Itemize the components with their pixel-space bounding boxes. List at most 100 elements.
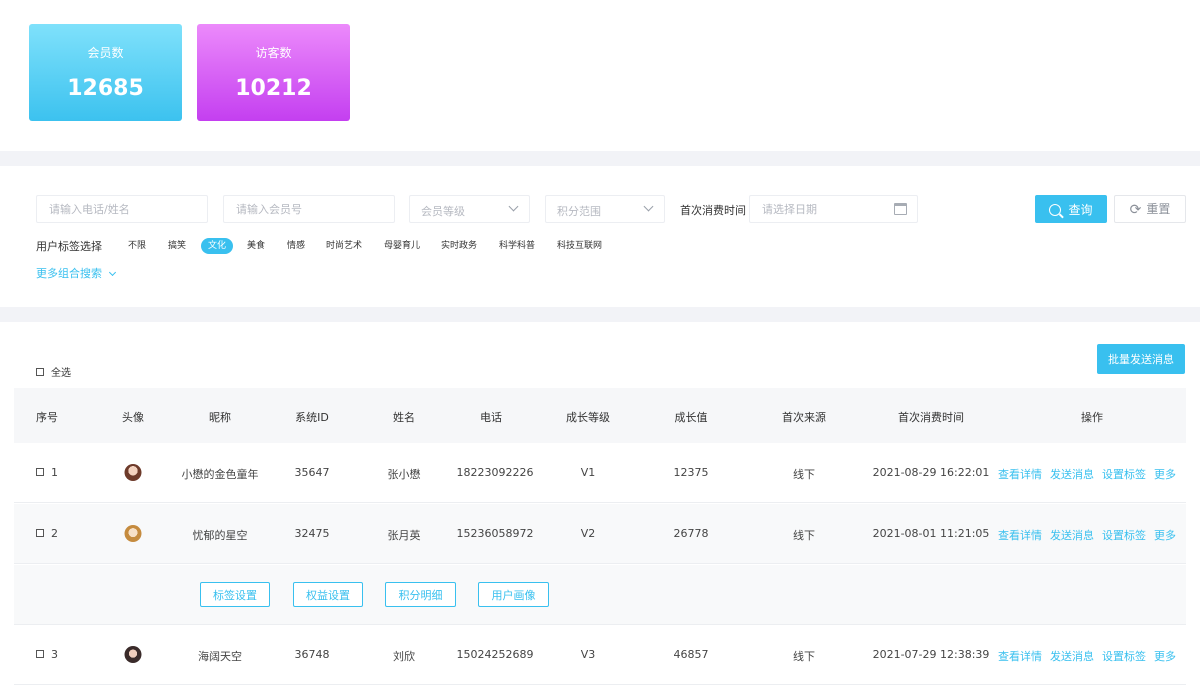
tag-settings-button[interactable]: 标签设置 — [200, 582, 270, 607]
avatar — [124, 464, 142, 481]
refresh-icon: ⟳ — [1129, 201, 1142, 217]
batch-send-button[interactable]: 批量发送消息 — [1097, 344, 1185, 374]
first-purchase-label: 首次消费时间 — [680, 204, 746, 217]
row-actions: 查看详情 发送消息 设置标签 更多 — [990, 527, 1176, 543]
col-avatar: 头像 — [122, 411, 144, 424]
filter-panel: 会员等级 积分范围 首次消费时间 查询 ⟳重置 用户标签选择 不限 搞笑 文化 … — [0, 166, 1200, 307]
source-cell: 线下 — [793, 468, 815, 481]
phone-cell: 18223092226 — [456, 466, 534, 479]
row-actions: 查看详情 发送消息 设置标签 更多 — [990, 648, 1176, 664]
col-phone: 电话 — [480, 411, 502, 424]
tag-fashion-art[interactable]: 时尚艺术 — [326, 238, 362, 254]
select-all-label: 全选 — [51, 368, 71, 379]
visitor-count-value: 10212 — [235, 76, 312, 101]
nickname-cell: 小懋的金色童年 — [181, 468, 259, 481]
view-details-link[interactable]: 查看详情 — [998, 529, 1042, 542]
col-level: 成长等级 — [566, 411, 610, 424]
phone-name-input[interactable] — [37, 196, 207, 222]
source-cell: 线下 — [793, 529, 815, 542]
growth-cell: 46857 — [673, 648, 709, 661]
row-select[interactable]: 3 — [36, 648, 58, 661]
checkbox-icon — [36, 368, 44, 376]
source-cell: 线下 — [793, 650, 815, 663]
set-tags-link[interactable]: 设置标签 — [1102, 529, 1146, 542]
more-link[interactable]: 更多 — [1154, 468, 1176, 481]
phone-name-field[interactable] — [36, 195, 208, 223]
row-no: 3 — [51, 648, 58, 661]
reset-label: 重置 — [1146, 202, 1171, 216]
reset-button[interactable]: ⟳ 重置 — [1114, 195, 1186, 223]
tag-tech-internet[interactable]: 科技互联网 — [557, 238, 602, 254]
date-input[interactable] — [750, 196, 917, 222]
phone-cell: 15236058972 — [456, 527, 534, 540]
col-source: 首次来源 — [782, 411, 826, 424]
user-profile-button[interactable]: 用户画像 — [478, 582, 549, 607]
query-button[interactable]: 查询 — [1035, 195, 1107, 223]
more-link[interactable]: 更多 — [1154, 650, 1176, 663]
table-row: 1 小懋的金色童年 35647 张小懋 18223092226 V1 12375… — [14, 443, 1186, 503]
time-cell: 2021-07-29 12:38:39 — [872, 648, 990, 661]
chevron-down-icon — [108, 268, 117, 277]
tag-unlimited[interactable]: 不限 — [128, 238, 146, 254]
row-no: 1 — [51, 466, 58, 479]
row-expand-panel: 标签设置 权益设置 积分明细 用户画像 — [14, 565, 1186, 625]
tag-parenting[interactable]: 母婴育儿 — [384, 238, 420, 254]
col-name: 姓名 — [393, 411, 415, 424]
col-time: 首次消费时间 — [898, 411, 964, 424]
col-no: 序号 — [36, 411, 58, 424]
date-picker[interactable] — [749, 195, 918, 223]
nickname-cell: 海阔天空 — [198, 650, 242, 663]
tag-funny[interactable]: 搞笑 — [168, 238, 186, 254]
level-cell: V3 — [580, 648, 596, 661]
send-message-link[interactable]: 发送消息 — [1050, 468, 1094, 481]
checkbox-icon — [36, 529, 44, 537]
send-message-link[interactable]: 发送消息 — [1050, 529, 1094, 542]
member-level-select[interactable]: 会员等级 — [409, 195, 530, 223]
tag-culture[interactable]: 文化 — [201, 238, 234, 254]
set-tags-link[interactable]: 设置标签 — [1102, 650, 1146, 663]
checkbox-icon — [36, 468, 44, 476]
benefit-settings-button[interactable]: 权益设置 — [293, 582, 363, 607]
table-header: 序号 头像 昵称 系统ID 姓名 电话 成长等级 成长值 首次来源 首次消费时间… — [14, 388, 1186, 443]
col-actions: 操作 — [1081, 411, 1103, 424]
points-range-placeholder: 积分范围 — [557, 205, 601, 218]
avatar — [124, 525, 142, 542]
member-count-card: 会员数 12685 — [29, 24, 182, 121]
tag-food[interactable]: 美食 — [247, 238, 265, 254]
system-id-cell: 35647 — [294, 466, 330, 479]
more-search-toggle[interactable]: 更多组合搜索 — [36, 265, 117, 281]
member-no-input[interactable] — [224, 196, 394, 222]
send-message-link[interactable]: 发送消息 — [1050, 650, 1094, 663]
member-table-panel: 全选 批量发送消息 序号 头像 昵称 系统ID 姓名 电话 成长等级 成长值 首… — [0, 322, 1200, 700]
tag-government[interactable]: 实时政务 — [441, 238, 477, 254]
select-all-checkbox[interactable]: 全选 — [36, 364, 71, 379]
more-link[interactable]: 更多 — [1154, 529, 1176, 542]
member-count-label: 会员数 — [87, 46, 124, 60]
row-select[interactable]: 1 — [36, 466, 58, 479]
more-search-label: 更多组合搜索 — [36, 267, 102, 280]
col-nickname: 昵称 — [209, 411, 231, 424]
view-details-link[interactable]: 查看详情 — [998, 650, 1042, 663]
view-details-link[interactable]: 查看详情 — [998, 468, 1042, 481]
set-tags-link[interactable]: 设置标签 — [1102, 468, 1146, 481]
row-actions: 查看详情 发送消息 设置标签 更多 — [990, 466, 1176, 482]
level-cell: V2 — [580, 527, 596, 540]
row-select[interactable]: 2 — [36, 527, 58, 540]
member-no-field[interactable] — [223, 195, 395, 223]
system-id-cell: 36748 — [294, 648, 330, 661]
name-cell: 张小懋 — [387, 468, 421, 481]
points-detail-button[interactable]: 积分明细 — [385, 582, 456, 607]
name-cell: 刘欣 — [393, 650, 415, 663]
tag-science[interactable]: 科学科普 — [499, 238, 535, 254]
points-range-select[interactable]: 积分范围 — [545, 195, 665, 223]
table-row: 2 忧郁的星空 32475 张月英 15236058972 V2 26778 线… — [14, 504, 1186, 564]
chevron-down-icon — [643, 201, 654, 212]
member-count-value: 12685 — [67, 76, 144, 101]
member-level-placeholder: 会员等级 — [421, 205, 465, 218]
name-cell: 张月英 — [387, 529, 421, 542]
checkbox-icon — [36, 650, 44, 658]
calendar-icon — [894, 203, 907, 215]
tag-emotion[interactable]: 情感 — [287, 238, 305, 254]
time-cell: 2021-08-29 16:22:01 — [872, 466, 990, 479]
nickname-cell: 忧郁的星空 — [192, 529, 248, 542]
